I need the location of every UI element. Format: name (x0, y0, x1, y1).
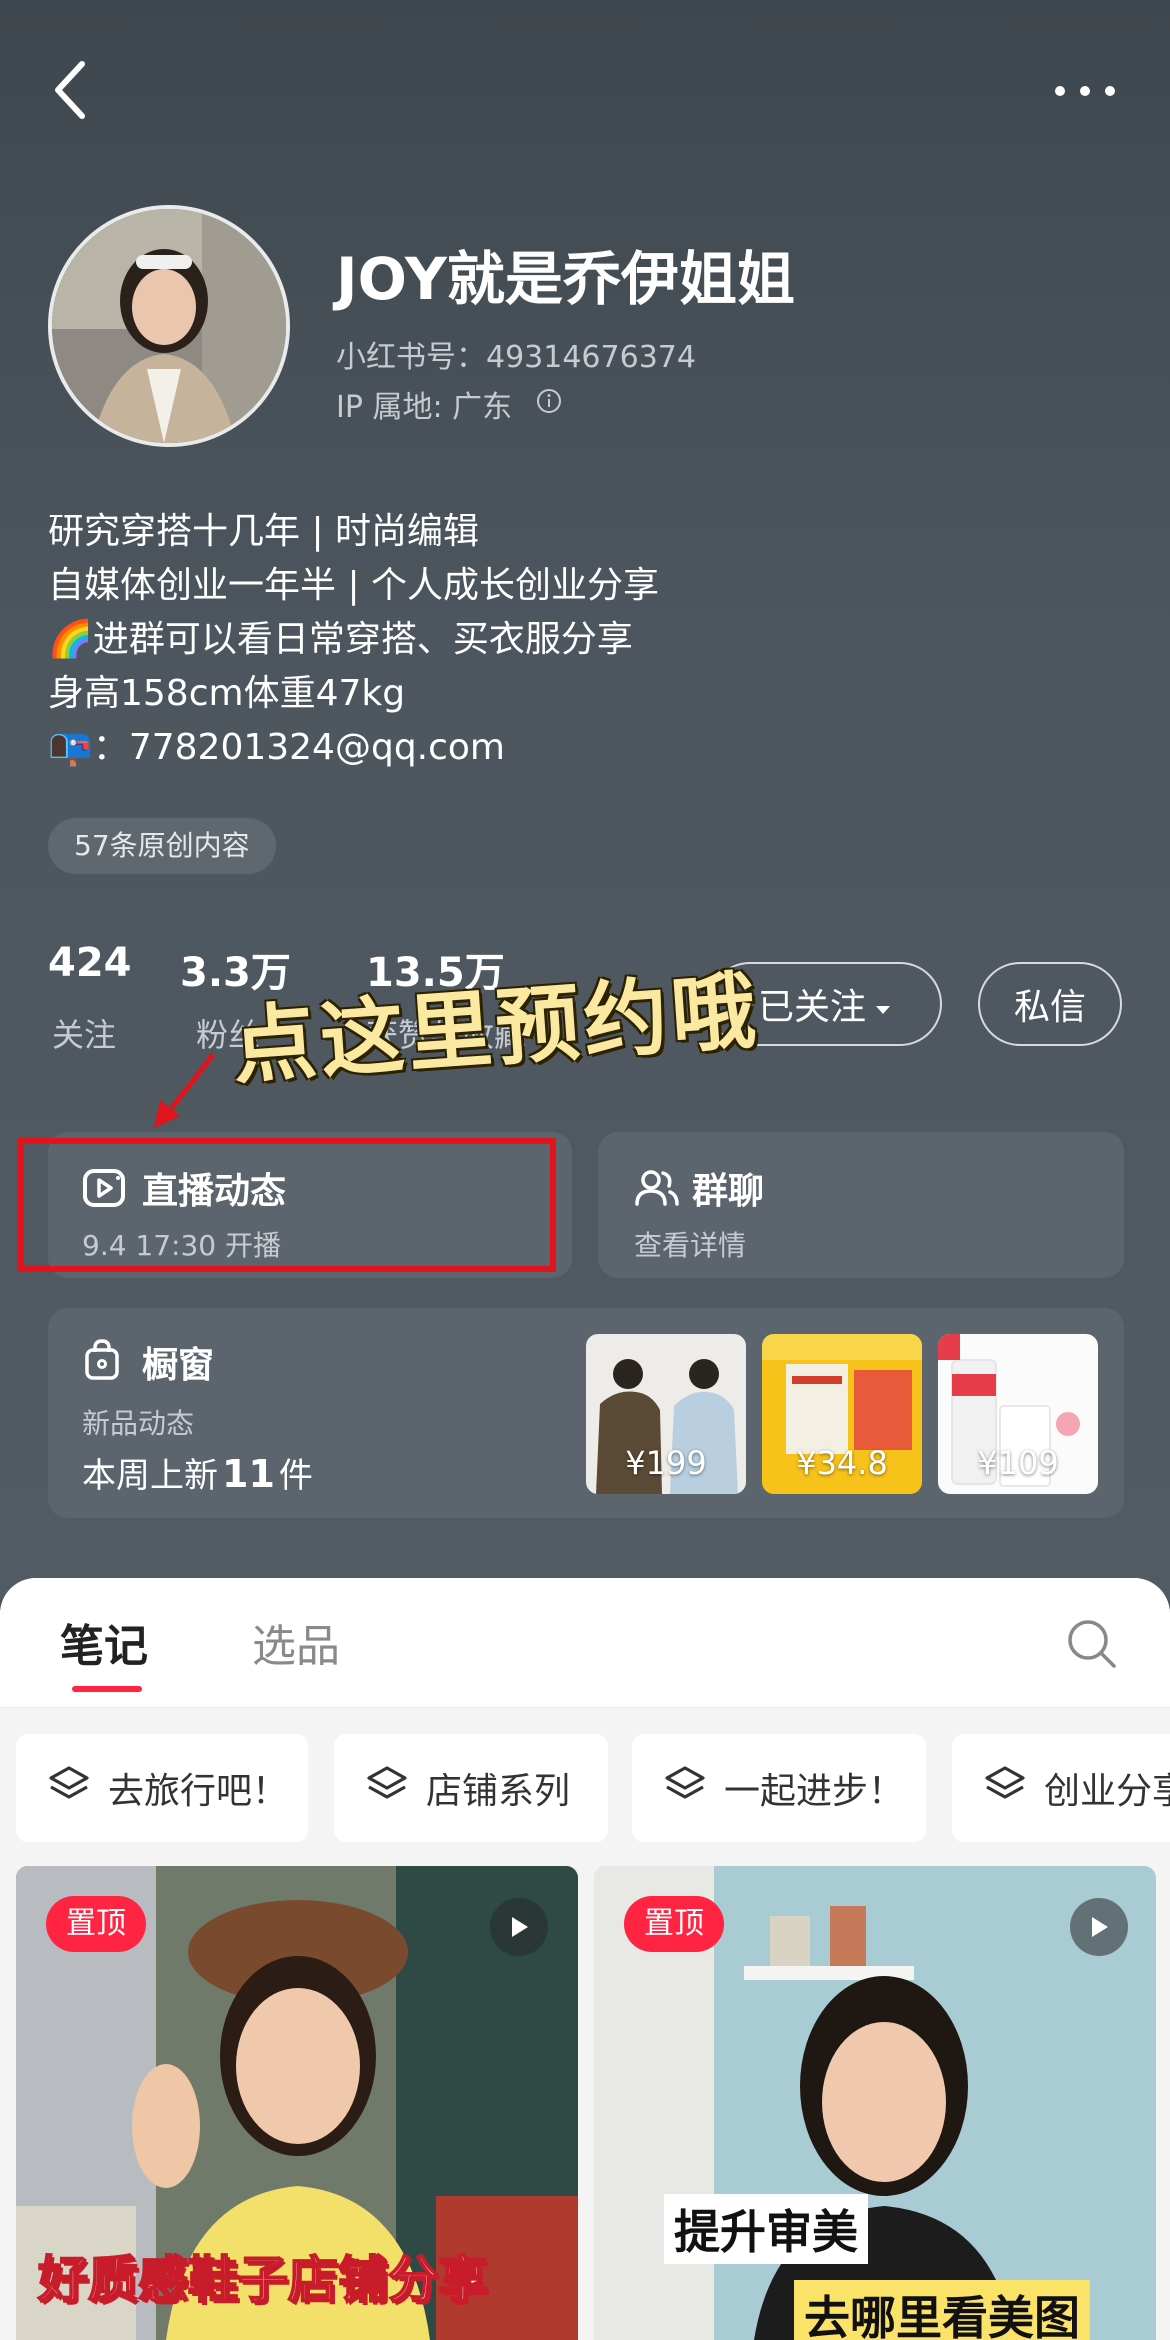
profile-bio: 研究穿搭十几年 | 时尚编辑 自媒体创业一年半 | 个人成长创业分享 🌈进群可以… (48, 505, 659, 775)
ip-location-row: IP 属地: 广东 (336, 382, 562, 426)
group-card-subtitle: 查看详情 (634, 1229, 747, 1262)
chevron-down-icon (874, 984, 892, 1025)
pinned-badge: 置顶 (46, 1896, 146, 1952)
collection-chip-label: 店铺系列 (426, 1771, 571, 1812)
shop-new-count: 11 (222, 1452, 275, 1496)
original-content-tag[interactable]: 57条原创内容 (48, 818, 276, 874)
shop-item-price: ¥199 (625, 1444, 707, 1482)
following-count[interactable]: 424 (48, 940, 132, 986)
back-icon[interactable] (48, 58, 96, 122)
shop-item-2[interactable]: ¥34.8 (762, 1334, 922, 1494)
shop-new-items: 本周上新 11 件 (82, 1448, 313, 1497)
shop-new-suffix: 件 (278, 1456, 313, 1496)
following-label: 关注 (52, 1016, 117, 1054)
layers-icon (984, 1765, 1026, 1812)
info-icon[interactable] (536, 387, 562, 422)
collection-chip[interactable]: 店铺系列 (334, 1734, 608, 1842)
tab-notes[interactable]: 笔记 (60, 1610, 148, 1674)
note-card[interactable]: 置顶 好质感鞋子店铺分享 (16, 1866, 578, 2340)
collection-chip[interactable]: 去旅行吧！ (16, 1734, 308, 1842)
bio-line: 🌈进群可以看日常穿搭、买衣服分享 (48, 619, 633, 660)
bio-line: 自媒体创业一年半 | 个人成长创业分享 (48, 565, 660, 606)
tab-bar (0, 1578, 1170, 1708)
layers-icon (664, 1765, 706, 1812)
collection-chip-label: 一起进步！ (724, 1771, 905, 1812)
shop-item-price: ¥109 (977, 1444, 1059, 1482)
video-play-icon (1070, 1898, 1128, 1956)
collection-chip-label: 创业分享 (1044, 1771, 1170, 1812)
arrow-icon (150, 1050, 220, 1130)
search-icon[interactable] (1066, 1618, 1118, 1670)
bio-line: 📭：778201324@qq.com (48, 727, 505, 768)
tab-picks[interactable]: 选品 (252, 1610, 340, 1674)
shop-item-1[interactable]: ¥199 (586, 1334, 746, 1494)
shop-card-subtitle: 新品动态 (82, 1407, 195, 1440)
profile-nickname: JOY就是乔伊姐姐 (336, 245, 795, 313)
message-button[interactable]: 私信 (978, 962, 1122, 1046)
bio-line: 身高158cm体重47kg (48, 673, 406, 714)
tab-notes-indicator (72, 1686, 142, 1692)
bio-line: 研究穿搭十几年 | 时尚编辑 (48, 511, 480, 552)
ip-location: IP 属地: 广东 (336, 390, 513, 425)
layers-icon (48, 1765, 90, 1812)
shop-item-price: ¥34.8 (796, 1444, 888, 1482)
group-chat-card[interactable]: 群聊 查看详情 (598, 1132, 1124, 1278)
shop-card-title: 橱窗 (142, 1345, 215, 1386)
pinned-badge: 置顶 (624, 1896, 724, 1952)
collection-chip-label: 去旅行吧！ (108, 1771, 289, 1812)
shop-item-3[interactable]: ¥109 (938, 1334, 1098, 1494)
note-caption-line1: 提升审美 (664, 2194, 868, 2264)
shop-new-prefix: 本周上新 (82, 1456, 218, 1496)
more-icon[interactable] (1050, 76, 1120, 106)
video-play-icon (490, 1898, 548, 1956)
avatar[interactable] (48, 205, 290, 447)
group-icon (634, 1168, 680, 1212)
note-caption-line2: 去哪里看美图 (794, 2280, 1090, 2340)
highlight-box (18, 1138, 556, 1272)
layers-icon (366, 1765, 408, 1812)
note-caption: 好质感鞋子店铺分享 (37, 2250, 489, 2310)
collection-chip[interactable]: 创业分享 (952, 1734, 1170, 1842)
collection-chip[interactable]: 一起进步！ (632, 1734, 926, 1842)
follow-label: 已关注 (757, 987, 866, 1028)
shopping-bag-icon (82, 1338, 122, 1386)
red-id: 小红书号：49314676374 (336, 340, 696, 375)
note-card[interactable]: 置顶 提升审美 去哪里看美图 (594, 1866, 1156, 2340)
group-card-title: 群聊 (692, 1171, 765, 1212)
